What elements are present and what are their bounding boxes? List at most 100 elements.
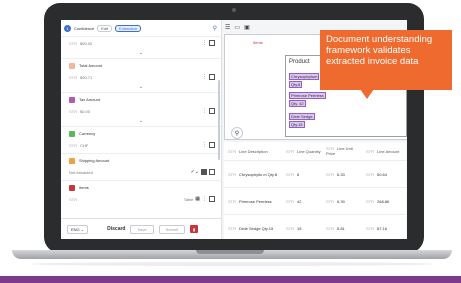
field-label: Currency — [61, 128, 221, 139]
cell-value: 42 — [297, 198, 302, 204]
confirm-checkbox[interactable] — [201, 169, 207, 175]
chevron-down-icon[interactable]: ⌄ — [61, 84, 221, 91]
table-cell[interactable]: STR Dixie Sedge Qty.15 — [224, 226, 282, 231]
table-cell[interactable]: STR Primrose Peerless — [224, 199, 282, 204]
field-type-tag: STR — [69, 75, 77, 80]
field-controls: ⋮ — [202, 142, 215, 148]
field-value-row[interactable]: STR $0.00 ⋮ — [61, 105, 221, 118]
table-label: Table — [183, 196, 194, 202]
more-icon[interactable]: ⋮ — [202, 196, 207, 202]
confirm-checkbox[interactable] — [209, 169, 215, 175]
highlight-tag[interactable]: Qty. 42 — [289, 100, 306, 107]
save-button[interactable]: Save — [130, 224, 154, 234]
document-label: Items — [253, 40, 263, 45]
extraction-pill[interactable]: Extraction — [115, 24, 141, 32]
table-cell[interactable]: STR 42 — [282, 199, 322, 204]
field-value-row[interactable]: STR $90.71 ⋮ — [61, 71, 221, 84]
field-value-row[interactable]: STR CHF ⋮ — [61, 139, 221, 152]
table-cell[interactable]: STR 15 — [282, 226, 322, 231]
field-name: Items — [79, 185, 89, 190]
column-header: STR Line Unit Price — [322, 146, 362, 156]
laptop-shadow — [30, 262, 434, 266]
highlight-tag[interactable]: Qty.8 — [289, 81, 303, 88]
field-type-tag: STR — [69, 41, 77, 46]
field-name: Total Amount — [79, 63, 103, 68]
field-name: Tax Amount — [79, 97, 100, 102]
field-color-swatch — [69, 62, 75, 69]
step-badge: 1 — [64, 24, 71, 32]
page-icon[interactable]: ▭ — [234, 24, 240, 31]
table-cell[interactable]: STR 87.16 — [362, 226, 406, 231]
more-icon[interactable]: ⋮ — [202, 40, 207, 46]
field-value: Not extracted — [69, 170, 93, 175]
filter-icon[interactable]: ⚲ — [213, 25, 217, 32]
table-cell[interactable]: STR Chrysophyllu m Qty.8 — [224, 172, 282, 177]
field-color-swatch — [69, 157, 75, 164]
confirm-checkbox[interactable] — [209, 108, 215, 114]
menu-icon[interactable]: ☰ — [225, 24, 230, 31]
chevron-down-icon[interactable]: ⌄ — [61, 50, 221, 57]
chevron-down-icon[interactable]: ⌄ — [61, 118, 221, 125]
highlight-line[interactable]: Dixie Sedge — [289, 113, 315, 120]
field-type-tag: STR — [69, 143, 77, 148]
camera-icon — [232, 8, 236, 12]
type-tag: STR — [326, 225, 334, 231]
checkmark-icon[interactable]: ✓⌄ — [191, 169, 199, 175]
field-controls: Table ▦ ⋮ — [184, 196, 215, 202]
cell-value: 8 — [297, 171, 300, 177]
divider — [61, 92, 221, 93]
info-callout: Document understanding framework validat… — [320, 30, 452, 90]
panel-header: 1 Confidence Edit Extraction — [61, 20, 221, 37]
more-icon[interactable]: ⋮ — [202, 108, 207, 114]
table-row[interactable]: STR Primrose Peerless STR 42 STR 6.39 STR 26… — [224, 188, 406, 215]
highlight-line[interactable]: Chrysophyllum — [289, 73, 320, 80]
table-cell[interactable]: STR 6.39 — [322, 199, 362, 204]
field-color-swatch — [69, 130, 75, 137]
type-tag: STR — [286, 198, 294, 204]
type-tag: STR — [286, 225, 294, 231]
discard-button[interactable]: Discard — [107, 226, 125, 232]
highlight-tag[interactable]: Qty.15 — [289, 121, 305, 128]
field-value-row[interactable]: STR Table ▦ ⋮ — [61, 193, 221, 206]
field-value-row[interactable]: STR $90.00 ⋮ — [61, 37, 221, 50]
confirm-checkbox[interactable] — [209, 74, 215, 80]
edit-pill[interactable]: Edit — [97, 24, 113, 32]
confirm-checkbox[interactable] — [209, 142, 215, 148]
panel-footer: ENG ⌄ Discard Save Submit ▮ — [61, 218, 221, 239]
confirm-checkbox[interactable] — [209, 40, 215, 46]
cell-value: 50.64 — [377, 171, 388, 177]
scrollbar[interactable] — [218, 80, 220, 160]
field-controls: ⋮ — [202, 74, 215, 80]
type-tag: STR — [286, 171, 294, 177]
table-cell[interactable]: STR 5.81 — [322, 226, 362, 231]
image-icon[interactable]: ▣ — [244, 24, 250, 31]
highlight-line[interactable]: Primrose Peerless — [289, 92, 326, 99]
cell-value: Chrysophyllu m Qty.8 — [239, 171, 277, 177]
table-cell[interactable]: STR 50.64 — [362, 172, 406, 177]
cell-value: Dixie Sedge Qty.15 — [239, 225, 274, 231]
field-controls: ⋮ — [202, 40, 215, 46]
column-header: STR Line Description — [224, 149, 282, 154]
cell-value: 87.16 — [377, 225, 388, 231]
table-cell[interactable]: STR 268.86 — [362, 199, 406, 204]
header-label: Line Quantity — [297, 148, 321, 154]
table-cell[interactable]: STR 6.33 — [322, 172, 362, 177]
language-select[interactable]: ENG ⌄ — [67, 224, 89, 234]
more-icon[interactable]: ⋮ — [202, 142, 207, 148]
submit-button[interactable]: Submit — [158, 224, 186, 234]
field-value-row[interactable]: Not extracted ✓⌄ — [61, 166, 221, 179]
zoom-icon[interactable]: ⚲ — [231, 127, 243, 139]
table-row[interactable]: STR Dixie Sedge Qty.15 STR 15 STR 5.81 STR 8… — [224, 215, 406, 239]
table-icon[interactable]: ▦ — [195, 196, 200, 202]
confirm-checkbox[interactable] — [209, 196, 215, 202]
type-tag: STR — [228, 198, 236, 204]
field-color-swatch — [69, 96, 75, 103]
table-row[interactable]: STR Chrysophyllu m Qty.8 STR 8 STR 6.33 STR… — [224, 161, 406, 188]
type-tag: STR — [286, 148, 294, 154]
field-value: $90.00 — [80, 41, 93, 46]
delete-icon[interactable]: ▮ — [190, 225, 199, 233]
table-cell[interactable]: STR 8 — [282, 172, 322, 177]
column-header: STR Line Amount — [362, 149, 406, 154]
more-icon[interactable]: ⋮ — [202, 74, 207, 80]
divider — [61, 126, 221, 127]
